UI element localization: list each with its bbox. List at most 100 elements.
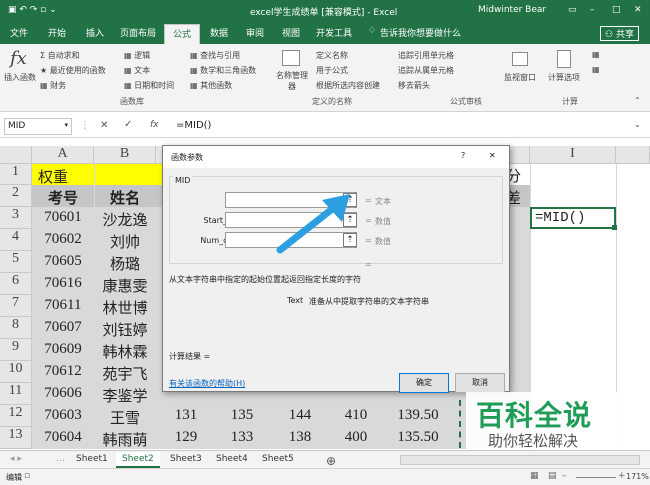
row-header[interactable]: 7 bbox=[0, 295, 32, 317]
cell-name[interactable]: 杨璐 bbox=[94, 253, 156, 274]
cell-total[interactable]: 400 bbox=[336, 429, 376, 446]
cell-score[interactable]: 133 bbox=[222, 429, 262, 446]
cell-name[interactable]: 李鉴学 bbox=[94, 385, 156, 406]
minimize-icon[interactable]: – bbox=[590, 5, 595, 15]
tab-view[interactable]: 视图 bbox=[282, 26, 300, 39]
active-cell[interactable]: =MID() bbox=[530, 207, 616, 229]
formula-input[interactable]: =MID() bbox=[176, 120, 211, 131]
cell-average[interactable]: 139.50 bbox=[390, 407, 446, 424]
row-header[interactable]: 5 bbox=[0, 251, 32, 273]
select-all-corner[interactable] bbox=[0, 146, 32, 164]
autosum-button[interactable]: Σ 自动求和 bbox=[40, 50, 80, 61]
row-header[interactable]: 2 bbox=[0, 185, 32, 207]
more-sheets-icon[interactable]: … bbox=[50, 452, 71, 466]
zoom-slider[interactable] bbox=[576, 477, 616, 478]
sheet-tab[interactable]: Sheet4 bbox=[210, 452, 254, 466]
create-from-selection-button[interactable]: 根据所选内容创建 bbox=[316, 80, 380, 91]
column-header-i[interactable]: I bbox=[530, 146, 616, 164]
calc-sheet-icon[interactable]: ▦ bbox=[592, 65, 600, 74]
cell-score[interactable]: 144 bbox=[280, 407, 320, 424]
insert-function-button[interactable]: 插入函数 bbox=[4, 72, 36, 83]
cell-name[interactable]: 苑宇飞 bbox=[94, 363, 156, 384]
lookup-button[interactable]: ▦ 查找与引用 bbox=[190, 50, 240, 61]
row-header[interactable]: 12 bbox=[0, 405, 32, 427]
tab-review[interactable]: 审阅 bbox=[246, 26, 264, 39]
define-name-button[interactable]: 定义名称 bbox=[316, 50, 348, 61]
maximize-icon[interactable]: □ bbox=[612, 5, 621, 15]
cell-id[interactable]: 70602 bbox=[32, 231, 94, 248]
zoom-out-icon[interactable]: – bbox=[562, 471, 567, 481]
cell-name[interactable]: 刘帅 bbox=[94, 231, 156, 252]
text-functions-button[interactable]: ▦ 文本 bbox=[124, 65, 150, 76]
cell-name[interactable]: 韩雨萌 bbox=[94, 429, 156, 450]
recent-functions-button[interactable]: ★ 最近使用的函数 bbox=[40, 65, 106, 76]
datetime-button[interactable]: ▦ 日期和时间 bbox=[124, 80, 174, 91]
remove-arrows-button[interactable]: 移去箭头 bbox=[398, 80, 430, 91]
macro-record-icon[interactable]: ▫ bbox=[24, 471, 30, 481]
other-functions-button[interactable]: ▦ 其他函数 bbox=[190, 80, 232, 91]
row-header[interactable]: 10 bbox=[0, 361, 32, 383]
ribbon-display-icon[interactable]: ▭ bbox=[568, 5, 577, 15]
cell-name[interactable]: 沙龙逸 bbox=[94, 209, 156, 230]
cell-id[interactable]: 70609 bbox=[32, 341, 94, 358]
tab-file[interactable]: 文件 bbox=[10, 26, 28, 39]
cell-a1[interactable]: 权重 bbox=[38, 166, 68, 187]
row-header[interactable]: 13 bbox=[0, 427, 32, 449]
help-link[interactable]: 有关该函数的帮助(H) bbox=[169, 378, 245, 389]
close-icon[interactable]: ✕ bbox=[489, 151, 496, 160]
sheet-tab-active[interactable]: Sheet2 bbox=[116, 452, 160, 468]
name-manager-button[interactable]: 名称管理器 bbox=[276, 70, 308, 92]
cell-score[interactable]: 129 bbox=[166, 429, 206, 446]
cell-id[interactable]: 70605 bbox=[32, 253, 94, 270]
tell-me-search[interactable]: 告诉我你想要做什么 bbox=[380, 26, 461, 39]
cell-name[interactable]: 韩林霖 bbox=[94, 341, 156, 362]
cell-id[interactable]: 70612 bbox=[32, 363, 94, 380]
cell-id[interactable]: 70616 bbox=[32, 275, 94, 292]
tab-data[interactable]: 数据 bbox=[210, 26, 228, 39]
view-normal-icon[interactable]: ▦ bbox=[530, 471, 539, 481]
share-button[interactable]: ⚇ 共享 bbox=[600, 26, 639, 41]
calc-options-button[interactable]: 计算选项 bbox=[548, 72, 580, 83]
column-header-j[interactable] bbox=[616, 146, 650, 164]
cell-id[interactable]: 70611 bbox=[32, 297, 94, 314]
cell-id[interactable]: 70604 bbox=[32, 429, 94, 446]
fill-handle[interactable] bbox=[612, 225, 617, 230]
financial-button[interactable]: ▦ 财务 bbox=[40, 80, 66, 91]
row-header[interactable]: 8 bbox=[0, 317, 32, 339]
close-icon[interactable]: ✕ bbox=[634, 5, 642, 15]
row-header[interactable]: 6 bbox=[0, 273, 32, 295]
cell-id[interactable]: 70603 bbox=[32, 407, 94, 424]
cell-b2[interactable]: 姓名 bbox=[94, 187, 156, 208]
cell-total[interactable]: 410 bbox=[336, 407, 376, 424]
cancel-button[interactable]: 取消 bbox=[455, 373, 505, 393]
trace-precedents-button[interactable]: 追踪引用单元格 bbox=[398, 50, 454, 61]
enter-icon[interactable]: ✓ bbox=[124, 119, 132, 130]
save-icon[interactable]: ▣ ↶ ↷ ▫ ⌄ bbox=[8, 5, 57, 15]
insert-function-icon[interactable]: fx bbox=[150, 120, 159, 130]
row-header[interactable]: 4 bbox=[0, 229, 32, 251]
tab-page-layout[interactable]: 页面布局 bbox=[120, 26, 156, 39]
use-in-formula-button[interactable]: 用于公式 bbox=[316, 65, 348, 76]
tab-developer[interactable]: 开发工具 bbox=[316, 26, 352, 39]
cell-average[interactable]: 135.50 bbox=[390, 429, 446, 446]
cell-name[interactable]: 刘钰婷 bbox=[94, 319, 156, 340]
dropdown-icon[interactable]: ▾ bbox=[64, 121, 68, 129]
cell-score[interactable]: 131 bbox=[166, 407, 206, 424]
cell-id[interactable]: 70601 bbox=[32, 209, 94, 226]
horizontal-scrollbar[interactable] bbox=[400, 455, 640, 465]
name-box[interactable]: MID ▾ bbox=[4, 118, 72, 135]
cell-a2[interactable]: 考号 bbox=[32, 187, 94, 208]
scroll-left-icon[interactable]: ◂ ▸ bbox=[4, 452, 28, 466]
row-header[interactable]: 11 bbox=[0, 383, 32, 405]
tab-formulas[interactable]: 公式 bbox=[164, 24, 201, 44]
column-header-b[interactable]: B bbox=[94, 146, 156, 164]
sheet-tab[interactable]: Sheet1 bbox=[70, 452, 114, 466]
watch-window-button[interactable]: 监视窗口 bbox=[504, 72, 536, 83]
cell-name[interactable]: 王雪 bbox=[94, 407, 156, 428]
zoom-in-icon[interactable]: + bbox=[618, 471, 626, 481]
cell-name[interactable]: 康惠雯 bbox=[94, 275, 156, 296]
logical-button[interactable]: ▦ 逻辑 bbox=[124, 50, 150, 61]
sheet-tab[interactable]: Sheet3 bbox=[164, 452, 208, 466]
row-header[interactable]: 3 bbox=[0, 207, 32, 229]
help-icon[interactable]: ? bbox=[461, 151, 465, 160]
